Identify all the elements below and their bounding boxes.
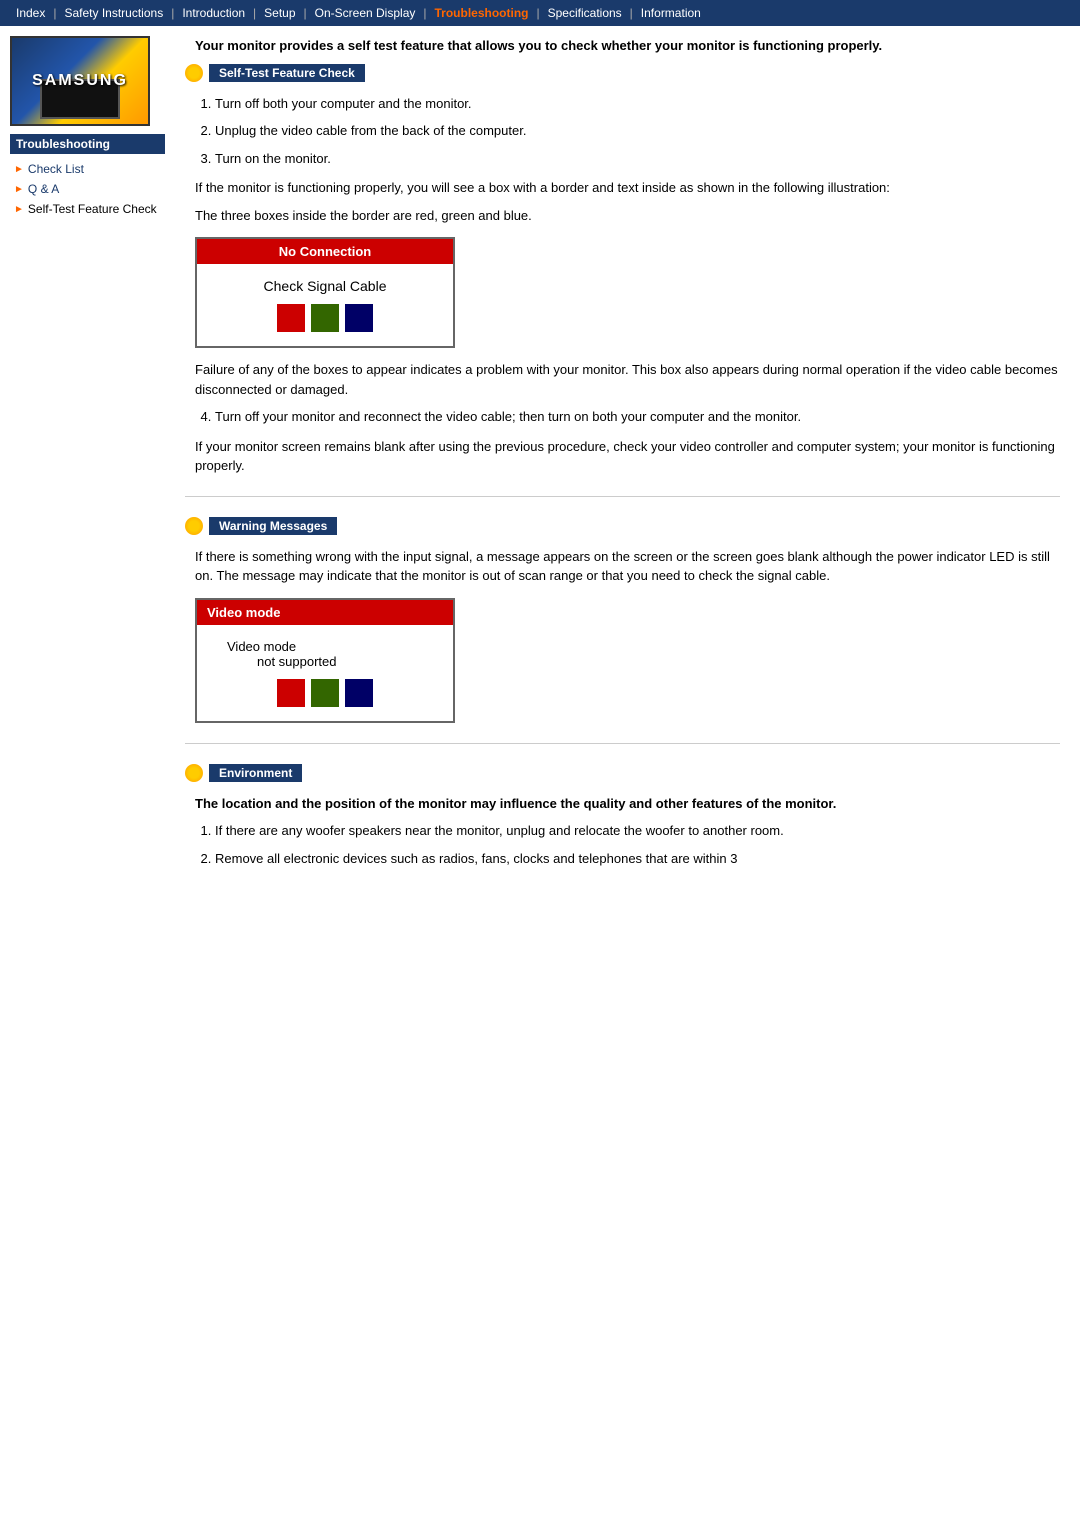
step-4: Turn off your monitor and reconnect the … [215, 407, 1060, 427]
environment-badge: Environment [209, 764, 302, 782]
step3-desc1: If the monitor is functioning properly, … [195, 178, 1060, 198]
no-connection-header: No Connection [197, 239, 453, 264]
step-2: Unplug the video cable from the back of … [215, 121, 1060, 141]
video-mode-line2: not supported [227, 654, 337, 669]
video-color-boxes [207, 679, 443, 707]
sidebar: SAMSUNG Troubleshooting ► Check List ► Q… [0, 36, 175, 898]
nav-item-index[interactable]: Index [8, 4, 53, 22]
video-mode-text: Video mode not supported [207, 639, 443, 669]
nav-item-troubleshooting[interactable]: Troubleshooting [427, 4, 537, 22]
green-box [311, 304, 339, 332]
sidebar-item-label: Check List [28, 162, 84, 176]
nav-item-setup[interactable]: Setup [256, 4, 303, 22]
step4-list: Turn off your monitor and reconnect the … [215, 407, 1060, 427]
environment-step-1: If there are any woofer speakers near th… [215, 821, 1060, 841]
video-mode-line1: Video mode [227, 639, 296, 654]
arrow-icon: ► [14, 184, 24, 195]
sidebar-section-title: Troubleshooting [10, 134, 165, 154]
video-blue-box [345, 679, 373, 707]
sidebar-item-label: Q & A [28, 182, 59, 196]
arrow-icon: ► [14, 204, 24, 215]
nav-item-safety[interactable]: Safety Instructions [56, 4, 171, 22]
arrow-icon: ► [14, 164, 24, 175]
video-mode-body: Video mode not supported [197, 625, 453, 721]
nav-bar: Index | Safety Instructions | Introducti… [0, 0, 1080, 26]
sidebar-item-label: Self-Test Feature Check [28, 202, 157, 216]
video-mode-box: Video mode Video mode not supported [195, 598, 455, 723]
main-layout: SAMSUNG Troubleshooting ► Check List ► Q… [0, 26, 1080, 908]
video-mode-header: Video mode [197, 600, 453, 625]
divider-2 [185, 743, 1060, 744]
brand-name: SAMSUNG [32, 72, 128, 90]
step4-desc: If your monitor screen remains blank aft… [195, 437, 1060, 476]
warning-messages-badge: Warning Messages [209, 517, 337, 535]
sidebar-item-selftest[interactable]: ► Self-Test Feature Check [10, 200, 165, 218]
self-test-header: Self-Test Feature Check [185, 64, 1060, 82]
nav-item-introduction[interactable]: Introduction [174, 4, 253, 22]
sidebar-item-qa[interactable]: ► Q & A [10, 180, 165, 198]
step-3: Turn on the monitor. [215, 149, 1060, 169]
environment-steps: If there are any woofer speakers near th… [215, 821, 1060, 868]
nav-item-information[interactable]: Information [633, 4, 709, 22]
environment-step-2: Remove all electronic devices such as ra… [215, 849, 1060, 869]
check-signal-text: Check Signal Cable [207, 278, 443, 294]
intro-text: Your monitor provides a self test featur… [195, 36, 1060, 56]
section-icon [185, 517, 203, 535]
brand-logo: SAMSUNG [10, 36, 150, 126]
blue-box [345, 304, 373, 332]
nav-item-osd[interactable]: On-Screen Display [307, 4, 424, 22]
section-icon [185, 764, 203, 782]
sidebar-item-checklist[interactable]: ► Check List [10, 160, 165, 178]
color-boxes [207, 304, 443, 332]
failure-text: Failure of any of the boxes to appear in… [195, 360, 1060, 399]
step-1: Turn off both your computer and the moni… [215, 94, 1060, 114]
no-connection-body: Check Signal Cable [197, 264, 453, 346]
divider-1 [185, 496, 1060, 497]
video-red-box [277, 679, 305, 707]
nav-item-specifications[interactable]: Specifications [540, 4, 630, 22]
section-icon [185, 64, 203, 82]
section-title-badge: Self-Test Feature Check [209, 64, 365, 82]
warning-desc: If there is something wrong with the inp… [195, 547, 1060, 586]
warning-messages-header: Warning Messages [185, 517, 1060, 535]
environment-header: Environment [185, 764, 1060, 782]
step3-desc2: The three boxes inside the border are re… [195, 206, 1060, 226]
red-box [277, 304, 305, 332]
environment-intro: The location and the position of the mon… [195, 794, 1060, 814]
no-connection-box: No Connection Check Signal Cable [195, 237, 455, 348]
content-area: Your monitor provides a self test featur… [175, 36, 1080, 898]
self-test-steps: Turn off both your computer and the moni… [215, 94, 1060, 169]
video-green-box [311, 679, 339, 707]
